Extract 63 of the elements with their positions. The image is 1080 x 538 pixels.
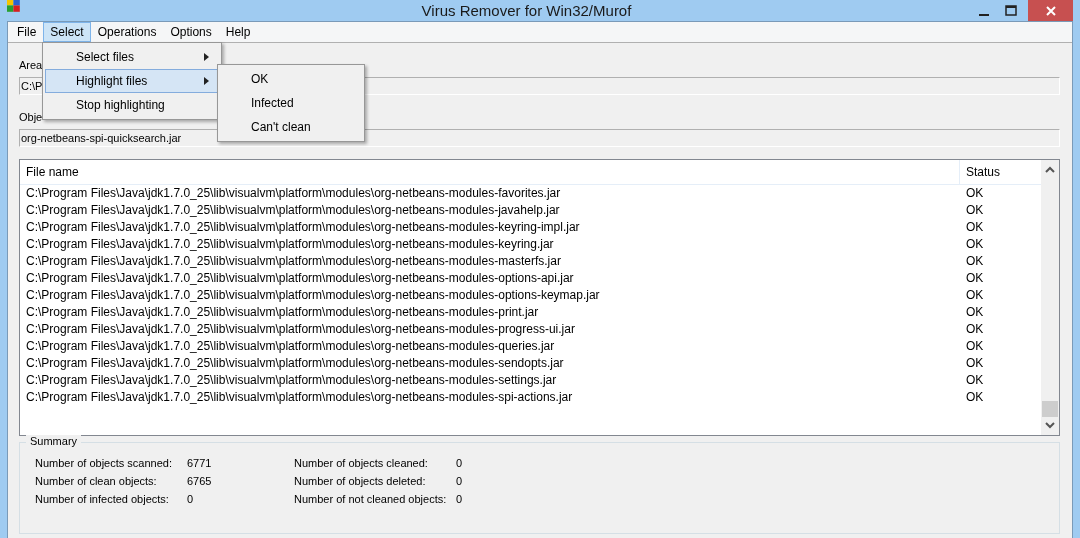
minimize-icon — [978, 13, 989, 16]
column-header[interactable]: File name — [20, 160, 960, 184]
table-cell-text: OK — [965, 185, 985, 202]
stat-label: Number of objects deleted: — [294, 475, 427, 489]
stat-value: 6771 — [187, 457, 213, 471]
table-cell-text: C:\Program Files\Java\jdk1.7.0_25\lib\visualvm\platform\modules\org-netbeans-modules-progress-ui.jar — [25, 321, 576, 338]
table-cell-text: OK — [965, 304, 985, 321]
table-cell-text: C:\Program Files\Java\jdk1.7.0_25\lib\visualvm\platform\modules\org-netbeans-modules-keyring.jar — [25, 236, 555, 253]
stat-label: Number of objects cleaned: — [294, 457, 429, 471]
stat-label: Number of not cleaned objects: — [294, 493, 448, 507]
stat-value: 6765 — [187, 475, 213, 489]
submenu-arrow-icon — [204, 77, 210, 85]
menu-item[interactable]: Highlight files — [45, 69, 219, 93]
app-logo-icon — [7, 0, 23, 15]
menu-item[interactable]: Select files — [45, 45, 219, 69]
table-cell-text: C:\Program Files\Java\jdk1.7.0_25\lib\visualvm\platform\modules\org-netbeans-modules-options-api.jar — [25, 270, 575, 287]
stat-value: 0 — [456, 457, 464, 471]
stat-label: Number of clean objects: — [35, 475, 158, 489]
menu-item[interactable]: File — [10, 22, 44, 42]
menu-item[interactable]: Stop highlighting — [45, 93, 219, 117]
table-cell-text: C:\Program Files\Java\jdk1.7.0_25\lib\visualvm\platform\modules\org-netbeans-modules-settings.jar — [25, 372, 558, 389]
stat-label: Number of infected objects: — [35, 493, 170, 507]
scroll-down-icon — [1045, 421, 1055, 429]
table-cell-text: C:\Program Files\Java\jdk1.7.0_25\lib\visualvm\platform\modules\org-netbeans-modules-keyring-impl.jar — [25, 219, 581, 236]
table-cell-text: OK — [965, 270, 985, 287]
stat-label: Number of objects scanned: — [35, 457, 173, 471]
close-icon — [1044, 4, 1057, 17]
table-cell-text: C:\Program Files\Java\jdk1.7.0_25\lib\visualvm\platform\modules\org-netbeans-modules-masterfs.jar — [25, 253, 562, 270]
table-cell-text: OK — [965, 287, 985, 304]
maximize-icon — [1004, 4, 1017, 17]
menu-item[interactable]: Select — [43, 22, 91, 42]
table-cell-text: OK — [965, 389, 985, 406]
table-cell-text: C:\Program Files\Java\jdk1.7.0_25\lib\visualvm\platform\modules\org-netbeans-modules-options-keymap.jar — [25, 287, 601, 304]
menu-item[interactable]: Options — [163, 22, 219, 42]
window-title: Virus Remover for Win32/Murof — [420, 2, 633, 19]
column-header[interactable]: Status — [960, 160, 1041, 184]
table-cell-text: C:\Program Files\Java\jdk1.7.0_25\lib\visualvm\platform\modules\org-netbeans-modules-favorites.jar — [25, 185, 562, 202]
table-cell-text: OK — [965, 219, 985, 236]
table-cell-text: C:\Program Files\Java\jdk1.7.0_25\lib\visualvm\platform\modules\org-netbeans-modules-spi-actions.jar — [25, 389, 574, 406]
submenu-arrow-icon — [204, 53, 210, 61]
table-cell-text: OK — [965, 321, 985, 338]
table-cell-text: OK — [965, 202, 985, 219]
table-cell-text: C:\Program Files\Java\jdk1.7.0_25\lib\visualvm\platform\modules\org-netbeans-modules-javahelp.jar — [25, 202, 561, 219]
scrollbar-thumb[interactable] — [1042, 401, 1058, 417]
scroll-up-icon — [1045, 166, 1055, 174]
table-cell-text: OK — [965, 236, 985, 253]
close-button[interactable] — [1028, 0, 1073, 21]
menu-item[interactable]: Operations — [90, 22, 164, 42]
table-cell-text: C:\Program Files\Java\jdk1.7.0_25\lib\visualvm\platform\modules\org-netbeans-modules-sendopts.jar — [25, 355, 565, 372]
field-label: Obje — [19, 111, 43, 125]
menu-item[interactable]: Help — [218, 22, 258, 42]
table-cell-text: OK — [965, 355, 985, 372]
table-cell-text: OK — [965, 253, 985, 270]
table-cell-text: OK — [965, 338, 985, 355]
field-label: Area — [19, 59, 43, 73]
stat-value: 0 — [187, 493, 195, 507]
scrollbar[interactable] — [1041, 160, 1059, 435]
table-cell-text: C:\Program Files\Java\jdk1.7.0_25\lib\visualvm\platform\modules\org-netbeans-modules-queries.jar — [25, 338, 556, 355]
table-cell-text: OK — [965, 372, 985, 389]
table-cell-text: C:\Program Files\Java\jdk1.7.0_25\lib\visualvm\platform\modules\org-netbeans-modules-print.jar — [25, 304, 540, 321]
stat-value: 0 — [456, 493, 464, 507]
group-title: Summary — [26, 435, 82, 447]
stat-value: 0 — [456, 475, 464, 489]
